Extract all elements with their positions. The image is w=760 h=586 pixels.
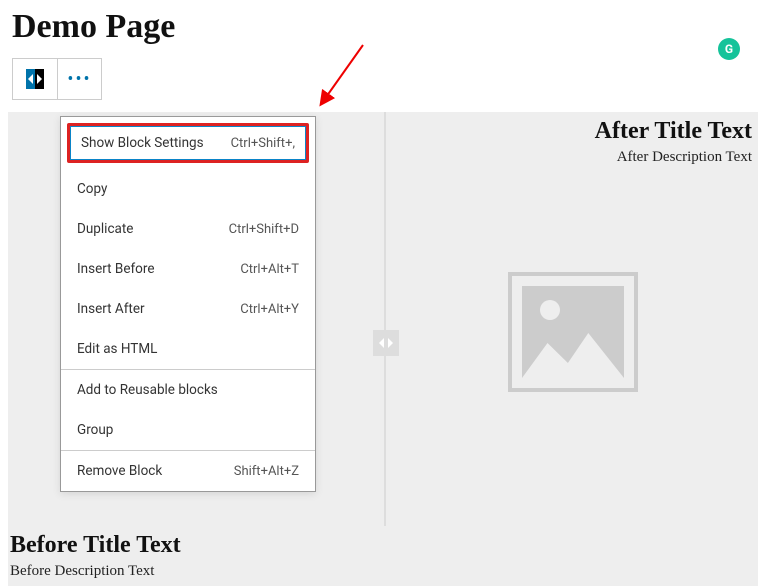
block-toolbar: ••• xyxy=(12,58,102,100)
after-column: After Title Text After Description Text xyxy=(595,118,752,166)
compare-icon xyxy=(26,69,44,89)
after-title: After Title Text xyxy=(595,118,752,145)
menu-item-label: Show Block Settings xyxy=(81,135,204,151)
menu-item-shortcut: Shift+Alt+Z xyxy=(234,464,299,479)
menu-item-insert-before[interactable]: Insert Before Ctrl+Alt+T xyxy=(61,249,315,289)
more-options-button[interactable]: ••• xyxy=(57,59,101,99)
menu-item-group[interactable]: Group xyxy=(61,410,315,450)
compare-handle[interactable] xyxy=(373,330,399,356)
menu-item-insert-after[interactable]: Insert After Ctrl+Alt+Y xyxy=(61,289,315,329)
image-placeholder-icon xyxy=(522,286,624,378)
block-options-menu: Show Block Settings Ctrl+Shift+, Copy Du… xyxy=(60,116,316,492)
before-title: Before Title Text xyxy=(10,532,181,559)
menu-item-show-block-settings[interactable]: Show Block Settings Ctrl+Shift+, xyxy=(69,125,307,161)
menu-item-edit-as-html[interactable]: Edit as HTML xyxy=(61,329,315,369)
page-title: Demo Page xyxy=(0,0,760,58)
menu-item-remove-block[interactable]: Remove Block Shift+Alt+Z xyxy=(61,451,315,491)
menu-item-copy[interactable]: Copy xyxy=(61,169,315,209)
compare-divider xyxy=(384,112,386,526)
menu-item-label: Remove Block xyxy=(77,463,162,479)
menu-item-label: Add to Reusable blocks xyxy=(77,382,218,398)
before-description: Before Description Text xyxy=(10,563,181,580)
before-column: Before Title Text Before Description Tex… xyxy=(10,532,181,580)
ellipsis-icon: ••• xyxy=(67,69,91,90)
menu-item-shortcut: Ctrl+Alt+T xyxy=(240,262,299,277)
menu-item-label: Group xyxy=(77,422,113,438)
menu-item-add-to-reusable-blocks[interactable]: Add to Reusable blocks xyxy=(61,370,315,410)
menu-item-shortcut: Ctrl+Alt+Y xyxy=(240,302,299,317)
menu-item-label: Insert After xyxy=(77,301,145,317)
after-description: After Description Text xyxy=(595,149,752,166)
menu-item-label: Duplicate xyxy=(77,221,133,237)
grammarly-icon[interactable]: G xyxy=(718,38,740,60)
menu-item-label: Insert Before xyxy=(77,261,155,277)
compare-block-button[interactable] xyxy=(13,59,57,99)
menu-item-label: Copy xyxy=(77,181,107,197)
menu-item-shortcut: Ctrl+Shift+, xyxy=(231,136,295,151)
menu-item-shortcut: Ctrl+Shift+D xyxy=(229,222,299,237)
menu-item-duplicate[interactable]: Duplicate Ctrl+Shift+D xyxy=(61,209,315,249)
image-placeholder[interactable] xyxy=(508,272,638,392)
menu-item-label: Edit as HTML xyxy=(77,341,157,357)
